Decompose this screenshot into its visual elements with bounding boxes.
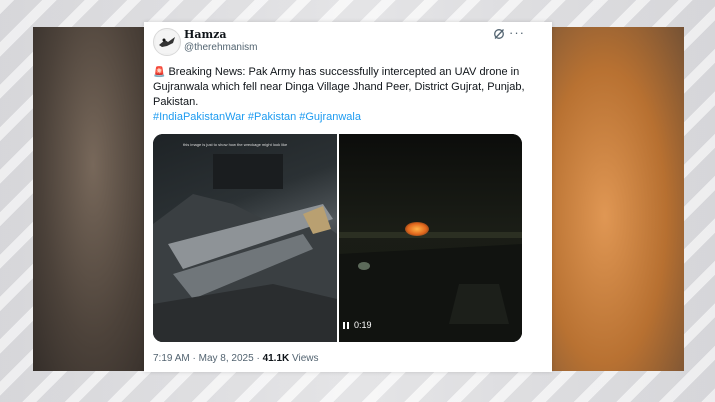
tweet-meta: 7:19 AM · May 8, 2025 · 41.1K Views bbox=[153, 353, 319, 364]
media-grid[interactable]: this image is just to show how the wreck… bbox=[153, 134, 522, 342]
avatar-image bbox=[156, 31, 178, 53]
fire-glow bbox=[405, 222, 429, 236]
hashtag-link[interactable]: #Pakistan bbox=[248, 111, 296, 123]
video-player[interactable] bbox=[339, 134, 522, 342]
author-name[interactable]: Hamza bbox=[184, 28, 227, 41]
author-handle[interactable]: @therehmanism bbox=[184, 42, 258, 53]
hashtag-link[interactable]: #Gujranwala bbox=[299, 111, 361, 123]
meta-separator: · bbox=[192, 353, 196, 364]
hashtag-list: #IndiaPakistanWar #Pakistan #Gujranwala bbox=[153, 110, 545, 125]
wreckage-image[interactable]: this image is just to show how the wreck… bbox=[153, 134, 337, 342]
more-options-icon[interactable]: ··· bbox=[509, 25, 525, 40]
video-controls[interactable]: 0:19 bbox=[343, 320, 372, 330]
tweet-card: Hamza @therehmanism ··· 🚨 Breaking News: … bbox=[144, 22, 552, 372]
siren-icon: 🚨 bbox=[153, 67, 166, 78]
pause-icon[interactable] bbox=[343, 321, 349, 329]
video-timestamp: 0:19 bbox=[354, 320, 372, 330]
wreckage-scene bbox=[153, 154, 337, 342]
grok-icon[interactable] bbox=[493, 28, 505, 40]
views-count: 41.1K bbox=[262, 353, 290, 364]
image-caption-overlay: this image is just to show how the wreck… bbox=[183, 142, 288, 147]
views-label: Views bbox=[292, 353, 319, 364]
tweet-date[interactable]: May 8, 2025 bbox=[199, 353, 254, 364]
blurred-backdrop-right bbox=[552, 27, 684, 371]
tweet-time[interactable]: 7:19 AM bbox=[153, 353, 190, 364]
avatar[interactable] bbox=[153, 28, 181, 56]
blurred-backdrop-left bbox=[33, 27, 153, 371]
tweet-text: Breaking News: Pak Army has successfully… bbox=[153, 66, 525, 108]
hashtag-link[interactable]: #IndiaPakistanWar bbox=[153, 111, 245, 123]
meta-separator: · bbox=[256, 353, 260, 364]
night-scene bbox=[339, 232, 522, 342]
tweet-body: 🚨 Breaking News: Pak Army has successfull… bbox=[153, 65, 545, 125]
